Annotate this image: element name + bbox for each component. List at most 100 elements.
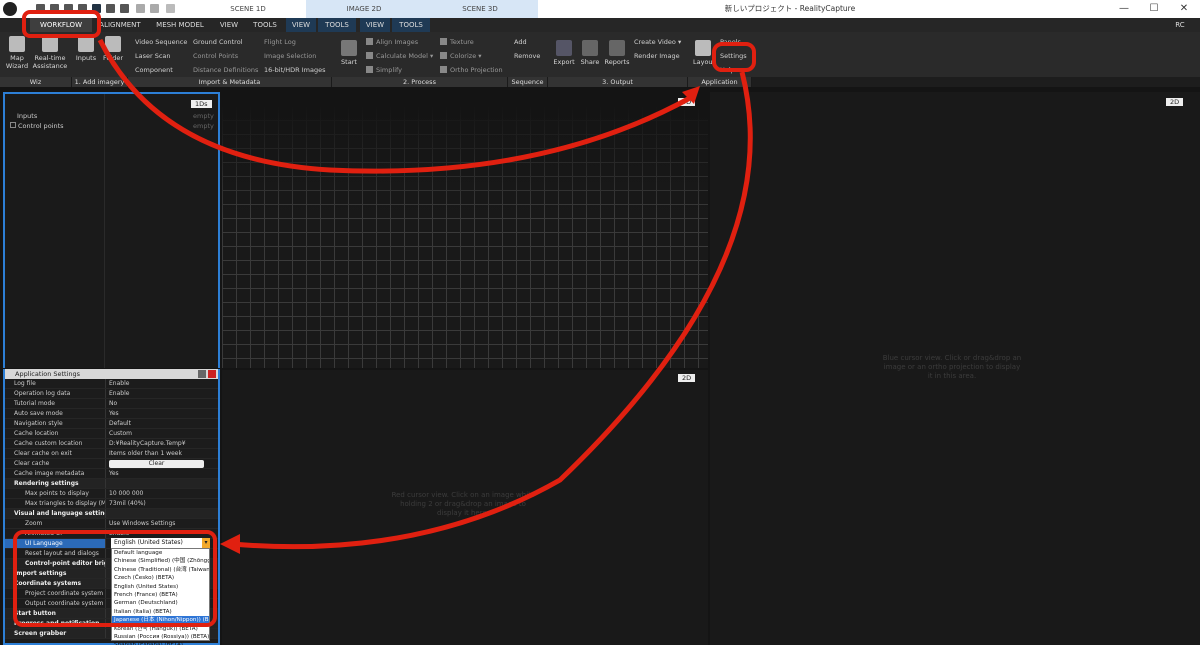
control-points-button[interactable]: Control Points (193, 52, 238, 60)
render-image-button[interactable]: Render Image (634, 52, 680, 60)
clear-cache-row-value[interactable]: Clear (106, 459, 218, 468)
realtime-assistance-button[interactable]: Real-time Assistance (32, 36, 68, 70)
tree-control-points[interactable]: Control points (10, 122, 64, 130)
minimize-button[interactable]: — (1110, 0, 1138, 18)
viewport-2d-right[interactable]: 2D Blue cursor view. Click or drag&drop … (710, 92, 1200, 645)
tab-tools-1[interactable]: TOOLS (246, 18, 284, 32)
setting-row-value[interactable]: Custom (106, 429, 218, 438)
language-option[interactable]: English (United States) (112, 583, 209, 591)
account-label[interactable]: RC (1168, 18, 1192, 32)
render-setting-row[interactable]: Max points to display 10 000 000 (5, 489, 218, 499)
setting-row[interactable]: Tutorial mode No (5, 399, 218, 409)
clear-cache-row[interactable]: Clear cache Clear (5, 459, 218, 469)
open-project-icon[interactable] (50, 4, 59, 13)
tab-image-2d[interactable]: IMAGE 2D (306, 0, 422, 18)
language-option[interactable]: Chinese (Simplified) (中国 (Zhōngguó)) (112, 557, 209, 565)
tab-tools-2[interactable]: TOOLS (318, 18, 356, 32)
ortho-projection-button[interactable]: Ortho Projection (440, 66, 503, 74)
zoom-row-value[interactable]: Use Windows Settings (106, 519, 218, 528)
language-option[interactable]: Czech (Česko) (BETA) (112, 574, 209, 582)
setting-row-value[interactable]: Yes (106, 409, 218, 418)
setting-row-value[interactable]: Default (106, 419, 218, 428)
setting-row[interactable]: Operation log data Enable (5, 389, 218, 399)
settings-button[interactable]: Settings (720, 52, 747, 60)
help-button[interactable]: Help (720, 66, 735, 74)
language-option[interactable]: Russian (Россия (Rossiya)) (BETA) (112, 633, 209, 641)
calculate-model-button[interactable]: Calculate Model ▾ (366, 52, 433, 60)
setting-row-value[interactable]: D:¥RealityCapture.Temp¥ (106, 439, 218, 448)
layout-split-icon[interactable] (106, 4, 115, 13)
render-setting-row-value[interactable]: 10 000 000 (106, 489, 218, 498)
cache-metadata-row[interactable]: Cache image metadata Yes (5, 469, 218, 479)
tab-scene-3d[interactable]: SCENE 3D (422, 0, 538, 18)
app-logo-icon[interactable] (3, 2, 17, 16)
folder-button[interactable]: Folder (100, 36, 126, 62)
reports-button[interactable]: Reports (604, 40, 630, 66)
ui-language-select[interactable]: English (United States) ▾ (111, 538, 210, 548)
inputs-button[interactable]: Inputs (74, 36, 98, 62)
quick-access-dropdown-icon[interactable] (166, 4, 175, 13)
distance-definitions-button[interactable]: Distance Definitions (193, 66, 258, 74)
expand-icon[interactable] (10, 122, 16, 128)
panels-button[interactable]: Panels (720, 38, 741, 46)
language-option[interactable]: French (France) (BETA) (112, 591, 209, 599)
setting-row[interactable]: Auto save mode Yes (5, 409, 218, 419)
setting-row-value[interactable]: No (106, 399, 218, 408)
texture-button[interactable]: Texture (440, 38, 474, 46)
tab-view-1[interactable]: VIEW (212, 18, 246, 32)
setting-row[interactable]: Cache custom location D:¥RealityCapture.T… (5, 439, 218, 449)
map-wizard-button[interactable]: Map Wizard (4, 36, 30, 70)
ground-control-button[interactable]: Ground Control (193, 38, 242, 46)
language-option[interactable]: Korean (한국 (Hanguk)) (BETA) (112, 625, 209, 633)
cache-metadata-row-value[interactable]: Yes (106, 469, 218, 478)
viewport-2d-middle[interactable]: 2D Red cursor view. Click on an image wh… (222, 370, 708, 645)
tab-view-3[interactable]: VIEW (360, 18, 390, 32)
language-option[interactable]: Italian (Italia) (BETA) (112, 608, 209, 616)
dropdown-arrow-icon[interactable]: ▾ (202, 538, 210, 548)
section-rendering-value[interactable] (106, 479, 218, 488)
render-setting-row[interactable]: Max triangles to display (Ma...73mil (40… (5, 499, 218, 509)
sequence-add-button[interactable]: Add (514, 38, 527, 46)
setting-row-value[interactable]: Items older than 1 week (106, 449, 218, 458)
animated-ui-row-value[interactable]: Enable (106, 529, 218, 538)
sequence-remove-button[interactable]: Remove (514, 52, 540, 60)
laser-scan-button[interactable]: Laser Scan (135, 52, 171, 60)
section-visual-language-value[interactable] (106, 509, 218, 518)
close-button[interactable]: ✕ (1170, 0, 1198, 18)
maximize-button[interactable]: ☐ (1140, 0, 1168, 18)
tab-workflow[interactable]: WORKFLOW (30, 18, 92, 32)
tab-alignment[interactable]: ALIGNMENT (92, 18, 148, 32)
setting-row[interactable]: Navigation style Default (5, 419, 218, 429)
save-icon[interactable] (64, 4, 73, 13)
video-sequence-button[interactable]: Video Sequence (135, 38, 187, 46)
layout-icon[interactable] (78, 4, 87, 13)
simplify-button[interactable]: Simplify (366, 66, 402, 74)
language-option[interactable]: Japanese (日本 (Nihon/Nippon)) (BETA) (112, 616, 209, 625)
hdr-images-button[interactable]: 16-bit/HDR Images (264, 66, 326, 74)
new-project-icon[interactable] (36, 4, 45, 13)
setting-row-value[interactable]: Enable (106, 379, 218, 388)
tab-scene-1d[interactable]: SCENE 1D (190, 0, 306, 18)
start-button[interactable]: Start (338, 40, 360, 66)
section-rendering[interactable]: Rendering settings (5, 479, 218, 489)
layout-button[interactable]: Layout (693, 40, 715, 66)
redo-icon[interactable] (150, 4, 159, 13)
tab-tools-3[interactable]: TOOLS (392, 18, 430, 32)
setting-row[interactable]: Clear cache on exit Items older than 1 we… (5, 449, 218, 459)
layout-grid-icon[interactable] (92, 4, 101, 13)
section-visual-language[interactable]: Visual and language settings (5, 509, 218, 519)
align-images-button[interactable]: Align Images (366, 38, 418, 46)
language-option[interactable]: Spanish (España) (BETA) (112, 641, 209, 645)
tree-inputs[interactable]: Inputs (17, 112, 37, 120)
clear-cache-button[interactable]: Clear (109, 460, 204, 468)
undo-icon[interactable] (136, 4, 145, 13)
tab-mesh-model[interactable]: MESH MODEL (148, 18, 212, 32)
language-option[interactable]: Default language (112, 549, 209, 557)
viewport-3d[interactable]: 3D (222, 92, 708, 368)
zoom-row[interactable]: Zoom Use Windows Settings (5, 519, 218, 529)
render-setting-row-value[interactable]: 73mil (40%) (106, 499, 218, 508)
layout-quad-icon[interactable] (120, 4, 129, 13)
settings-close-icon[interactable] (208, 370, 216, 378)
flight-log-button[interactable]: Flight Log (264, 38, 296, 46)
share-button[interactable]: Share (579, 40, 601, 66)
